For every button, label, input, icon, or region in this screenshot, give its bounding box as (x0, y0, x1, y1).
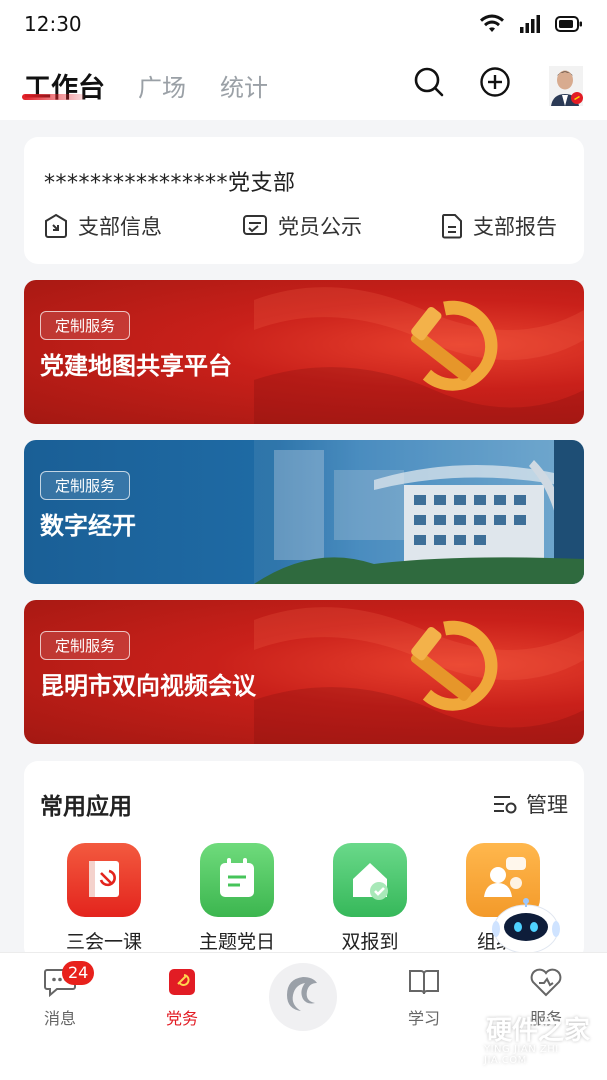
header: 工作台 广场 统计 (0, 52, 607, 120)
watermark-text: 硬件之家 (486, 1016, 591, 1046)
report-icon (442, 214, 462, 239)
search-icon[interactable] (413, 66, 445, 98)
publicity-icon (243, 215, 267, 235)
branch-title: ****************党支部 (44, 171, 296, 196)
status-icons (479, 14, 583, 34)
branch-info-label: 支部信息 (78, 215, 162, 239)
avatar[interactable] (549, 66, 583, 106)
nav-messages[interactable]: 24 消息 (20, 961, 100, 1029)
app-three-meetings[interactable]: 三会一课 (44, 843, 164, 954)
info-enter-icon (45, 213, 67, 238)
banner-video-conference[interactable]: 定制服务 昆明市双向视频会议 (24, 600, 584, 744)
robot-assistant-icon[interactable] (490, 893, 562, 957)
branch-report-link[interactable]: 支部报告 (441, 211, 557, 241)
add-icon[interactable] (479, 66, 511, 98)
manage-label: 管理 (526, 793, 568, 817)
tab-statistics[interactable]: 统计 (220, 68, 268, 103)
tab-square[interactable]: 广场 (138, 68, 186, 103)
signal-icon (520, 15, 540, 33)
calendar-icon (200, 843, 274, 917)
heart-service-icon (530, 968, 562, 997)
party-emblem-icon (254, 287, 584, 424)
banner-party-map[interactable]: 定制服务 党建地图共享平台 (24, 280, 584, 424)
unread-badge: 24 (62, 961, 95, 985)
branch-report-label: 支部报告 (473, 215, 557, 239)
party-book-icon (67, 843, 141, 917)
banner-tag: 定制服务 (40, 631, 131, 660)
branch-card: ****************党支部 支部信息 党员公示 支部报告 (24, 137, 584, 264)
active-tab-indicator (22, 94, 84, 100)
center-home-button[interactable] (269, 963, 337, 1031)
banner-title: 数字经开 (40, 512, 136, 540)
nav-label: 党务 (165, 1009, 198, 1028)
app-label: 主题党日 (198, 931, 275, 953)
battery-icon (555, 16, 582, 32)
manage-button[interactable]: 管理 (492, 789, 568, 819)
party-flag-icon (169, 969, 195, 995)
hexagon-logo-icon (438, 1010, 478, 1059)
banner-digital-jingkai[interactable]: 定制服务 数字经开 (24, 440, 584, 584)
app-label: 三会一课 (65, 931, 142, 953)
city-buildings-image (254, 440, 584, 584)
book-icon (409, 970, 439, 995)
app-label: 双报到 (341, 931, 399, 953)
banner-title: 党建地图共享平台 (40, 352, 232, 380)
branch-info-link[interactable]: 支部信息 (44, 211, 162, 241)
common-apps-title: 常用应用 (40, 794, 132, 820)
status-bar: 12:30 (0, 0, 607, 52)
member-publicity-link[interactable]: 党员公示 (242, 211, 362, 241)
wifi-icon (480, 14, 504, 32)
app-theme-party-day[interactable]: 主题党日 (177, 843, 297, 954)
banner-tag: 定制服务 (40, 311, 131, 340)
status-time: 12:30 (24, 12, 82, 36)
nav-party-affairs[interactable]: 党务 (142, 967, 222, 1029)
app-dual-report[interactable]: 双报到 (310, 843, 430, 954)
swirl-logo-icon (287, 977, 317, 1011)
nav-label: 消息 (43, 1009, 76, 1028)
member-publicity-label: 党员公示 (278, 215, 362, 239)
banner-tag: 定制服务 (40, 471, 131, 500)
party-emblem-icon (254, 607, 584, 744)
home-check-icon (333, 843, 407, 917)
watermark-logo: 硬件之家 YING JIAN ZHI JIA.COM (436, 1006, 596, 1066)
banner-title: 昆明市双向视频会议 (40, 672, 256, 700)
manage-icon (494, 796, 517, 814)
watermark-subtext: YING JIAN ZHI JIA.COM (484, 1044, 559, 1066)
